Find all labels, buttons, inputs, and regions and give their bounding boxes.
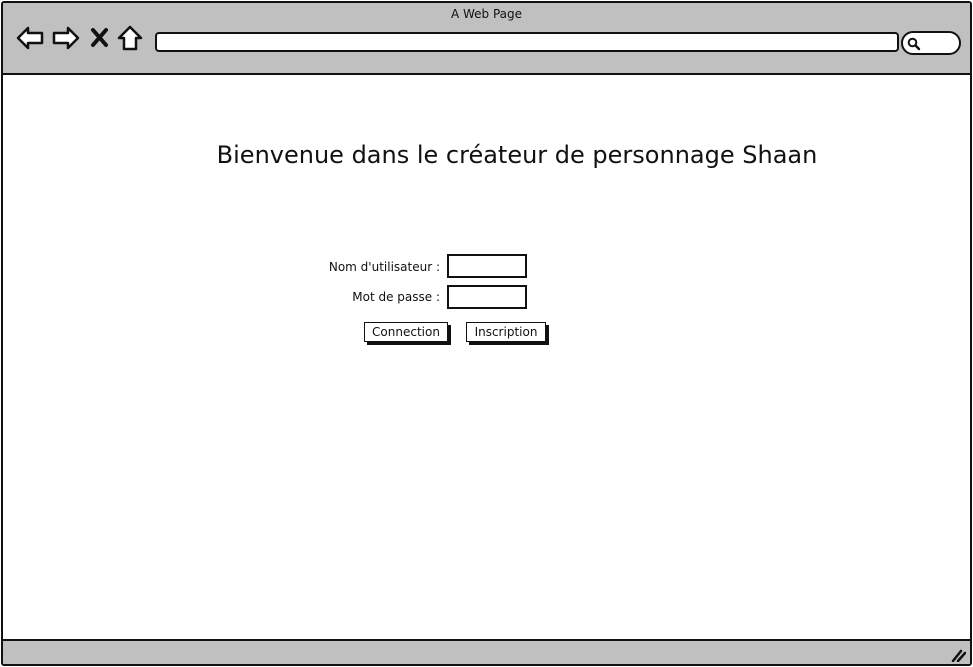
resize-grip-icon[interactable]: [950, 646, 967, 663]
window-title: A Web Page: [450, 7, 523, 21]
home-icon[interactable]: [116, 23, 144, 53]
forward-arrow-icon[interactable]: [51, 23, 81, 53]
close-x-icon[interactable]: [89, 23, 111, 53]
status-bar: [3, 639, 970, 664]
browser-search-box[interactable]: [901, 31, 961, 55]
page-heading: Bienvenue dans le créateur de personnage…: [216, 141, 818, 169]
connect-button[interactable]: Connection: [364, 322, 448, 342]
password-label: Mot de passe :: [352, 290, 440, 304]
username-input[interactable]: [447, 254, 527, 278]
address-bar[interactable]: [155, 32, 899, 52]
password-input[interactable]: [447, 285, 527, 309]
magnifier-icon: [907, 37, 921, 51]
browser-window: A Web Page Bienvenue dans le créateur de…: [1, 1, 972, 666]
register-button[interactable]: Inscription: [466, 322, 546, 342]
back-arrow-icon[interactable]: [15, 23, 45, 53]
browser-toolbar: A Web Page: [3, 3, 970, 75]
username-label: Nom d'utilisateur :: [328, 260, 440, 274]
